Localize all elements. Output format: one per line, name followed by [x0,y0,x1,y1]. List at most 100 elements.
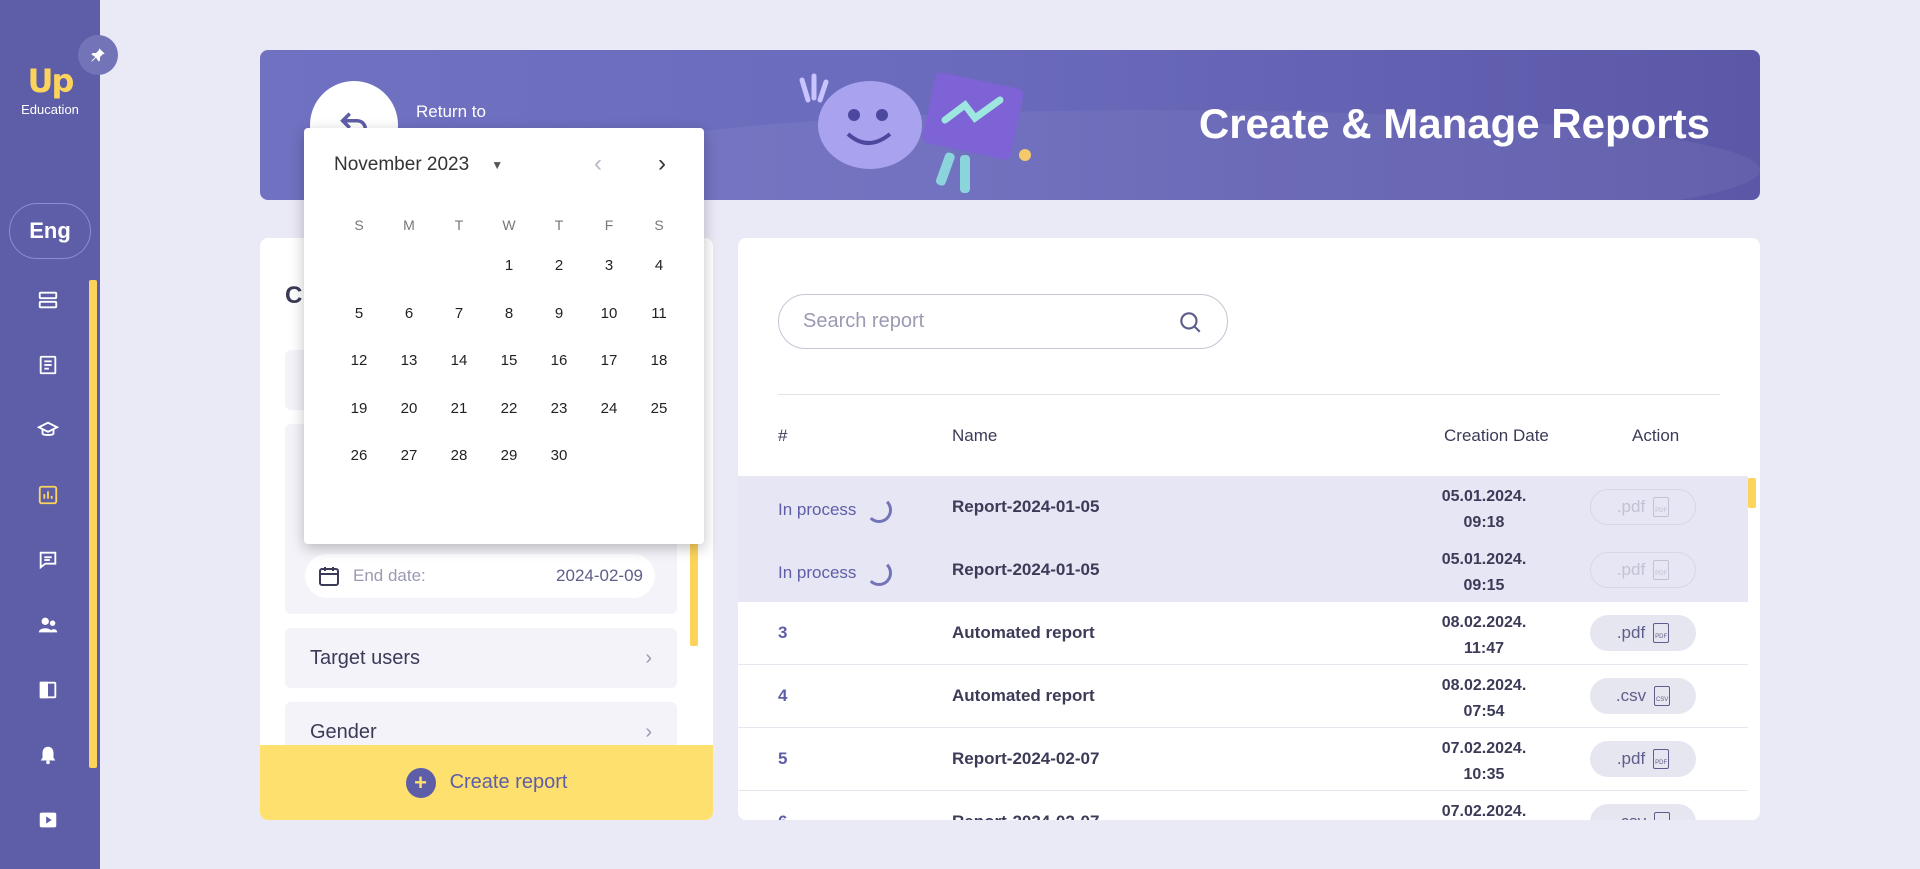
creation-date-time: 10:35 [1463,766,1505,783]
end-date-label: End date: [353,566,426,585]
bell-icon[interactable] [28,735,68,775]
next-month-button[interactable]: › [658,150,666,178]
pin-icon[interactable] [78,35,118,75]
calendar-day[interactable]: 7 [434,290,484,338]
month-label: November 2023 [334,154,470,175]
creation-date-time: 07:54 [1463,703,1505,720]
calendar-day[interactable]: 29 [484,432,534,480]
creation-date-day: 05.01.2024. [1441,488,1527,505]
table-scrollbar[interactable] [1748,478,1756,508]
panel-icon[interactable] [28,670,68,710]
table-row[interactable]: In process Report-2024-01-05 05.01.2024. 09… [738,539,1748,602]
download-csv-button[interactable]: .csv CSV [1590,678,1696,714]
creation-date: 08.02.2024. 07:54 [1428,673,1540,725]
table-row[interactable]: 6 Report-2024-02-07 07.02.2024. .csv CSV [738,791,1748,820]
creation-date: 05.01.2024. 09:18 [1428,484,1540,536]
calendar-day[interactable]: 10 [584,290,634,338]
creation-date-time: 11:47 [1463,640,1505,657]
table-row[interactable]: In process Report-2024-01-05 05.01.2024. 09… [738,476,1748,539]
form-scrollbar[interactable] [690,538,698,646]
table-row[interactable]: 5 Report-2024-02-07 07.02.2024. 10:35 .pdf PD… [738,728,1748,791]
create-report-button[interactable]: + Create report [260,745,713,820]
month-selector[interactable]: November 2023 ▼ [334,154,503,176]
users-icon[interactable] [28,605,68,645]
sidebar: Up Education Eng [0,0,100,869]
search-input[interactable]: Search report [778,294,1228,349]
loading-spinner-icon [866,560,893,586]
calendar-day[interactable]: 19 [334,385,384,433]
file-type-label: .pdf [1616,623,1646,642]
calendar-day[interactable]: 5 [334,290,384,338]
calendar-day[interactable]: 15 [484,337,534,385]
creation-date: 08.02.2024. 11:47 [1428,610,1540,662]
message-icon[interactable] [28,540,68,580]
calendar-blank [434,242,484,290]
calendar-day[interactable]: 25 [634,385,684,433]
table-row[interactable]: 4 Automated report 08.02.2024. 07:54 .csv CSV [738,665,1748,728]
divider [778,394,1720,395]
calendar-day[interactable]: 4 [634,242,684,290]
row-number-text: In process [778,563,857,582]
calendar-day[interactable]: 17 [584,337,634,385]
status-cell: In process [778,560,893,586]
calendar-day[interactable]: 18 [634,337,684,385]
download-csv-button[interactable]: .csv CSV [1590,804,1696,820]
prev-month-button[interactable]: ‹ [594,150,602,178]
calendar-day[interactable]: 24 [584,385,634,433]
search-icon[interactable] [1177,309,1203,335]
article-icon[interactable] [28,345,68,385]
calendar-day[interactable]: 6 [384,290,434,338]
calendar-blank [384,242,434,290]
calendar-day[interactable]: 2 [534,242,584,290]
creation-date: 05.01.2024. 09:15 [1428,547,1540,599]
calendar-day[interactable]: 23 [534,385,584,433]
download-pdf-button[interactable]: .pdf PDF [1590,741,1696,777]
calendar-day[interactable]: 3 [584,242,634,290]
calendar-day[interactable]: 21 [434,385,484,433]
report-name: Report-2024-01-05 [952,560,1100,579]
calendar-day[interactable]: 16 [534,337,584,385]
file-type-label: .pdf [1616,560,1646,579]
calendar-icon [319,567,339,586]
creation-date-day: 07.02.2024. [1441,740,1527,757]
column-header-date[interactable]: Creation Date [1444,426,1549,446]
language-switcher[interactable]: Eng [9,203,91,259]
calendar-day[interactable]: 30 [534,432,584,480]
creation-date-day: 07.02.2024. [1441,803,1527,820]
row-number-text: 5 [778,749,788,768]
calendar-day[interactable]: 11 [634,290,684,338]
calendar-day[interactable]: 22 [484,385,534,433]
calendar-day[interactable]: 26 [334,432,384,480]
file-type-label: .pdf [1616,749,1646,768]
layers-icon[interactable] [28,280,68,320]
sidebar-scrollbar[interactable] [89,280,97,768]
calendar-day[interactable]: 1 [484,242,534,290]
play-icon[interactable] [28,800,68,840]
column-header-action: Action [1632,426,1680,445]
graduation-icon[interactable] [28,410,68,450]
calendar-day[interactable]: 13 [384,337,434,385]
date-picker-popup: November 2023 ▼ ‹ › S M T W T F S 1 2 3 4 5 6 7 8 9 10 11… [304,128,704,544]
calendar-day[interactable]: 14 [434,337,484,385]
calendar-day[interactable]: 8 [484,290,534,338]
return-label[interactable]: Return to [416,102,486,122]
calendar-day[interactable]: 12 [334,337,384,385]
csv-file-icon: CSV [1654,686,1671,706]
logo-text: Education [21,102,79,117]
end-date-field[interactable]: End date: 2024-02-09 [305,554,655,598]
column-header-num: # [778,426,788,445]
creation-date: 07.02.2024. [1428,799,1540,820]
download-pdf-button[interactable]: .pdf PDF [1590,615,1696,651]
target-users-row[interactable]: Target users › [285,628,677,688]
creation-date-time: 09:18 [1463,514,1505,531]
calendar-day[interactable]: 28 [434,432,484,480]
chevron-right-icon: › [645,720,652,743]
column-header-name[interactable]: Name [952,426,997,446]
table-row[interactable]: 3 Automated report 08.02.2024. 11:47 .pdf PDF [738,602,1748,665]
row-number-text: 6 [778,812,787,820]
chart-icon[interactable] [28,475,68,515]
calendar-day[interactable]: 9 [534,290,584,338]
calendar-day[interactable]: 27 [384,432,434,480]
weekday-label: T [554,217,564,233]
calendar-day[interactable]: 20 [384,385,434,433]
